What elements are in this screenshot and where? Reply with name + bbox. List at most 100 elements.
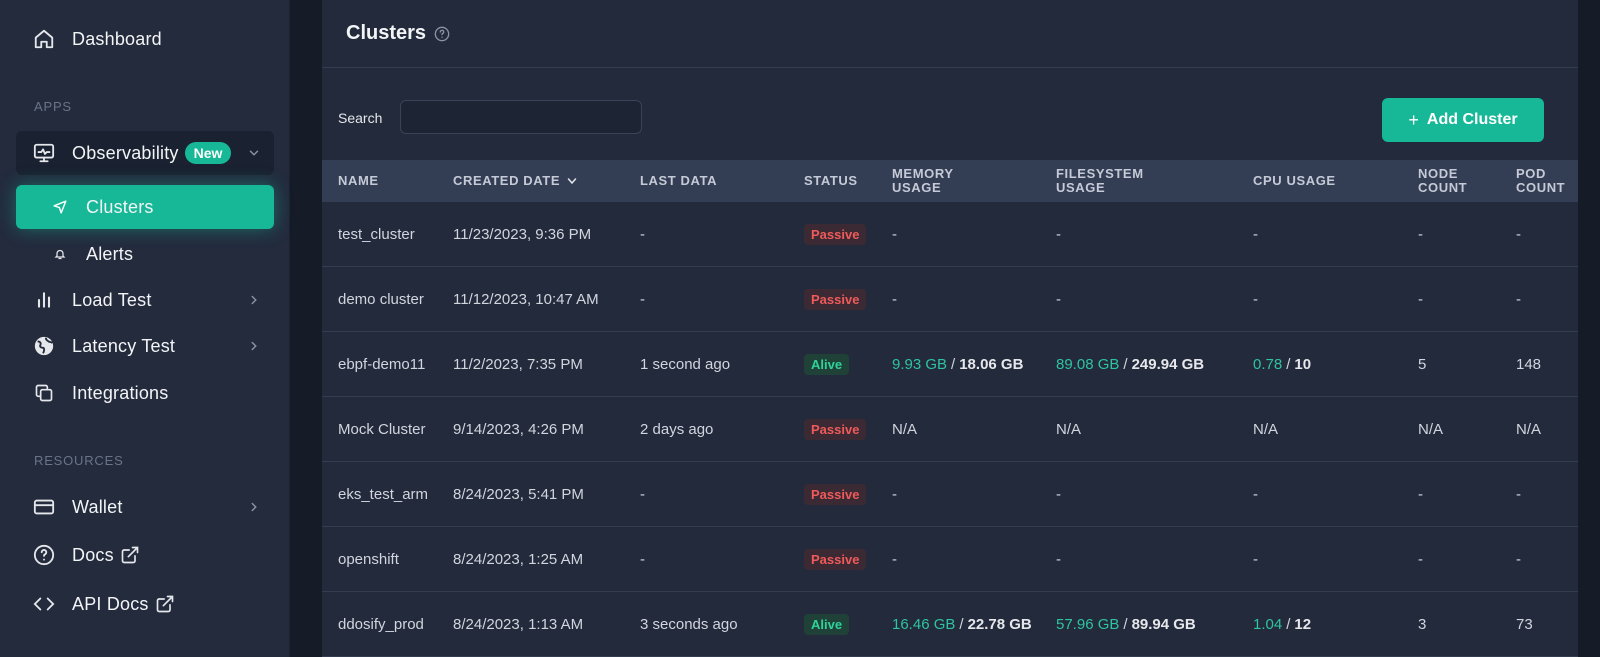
sidebar-item-label: Integrations xyxy=(72,382,169,403)
cell-last-data: 2 days ago xyxy=(640,421,714,438)
home-icon xyxy=(32,27,56,51)
column-header-last-data[interactable]: LAST DATA xyxy=(640,160,717,202)
chevron-right-icon xyxy=(246,292,262,308)
cell-name[interactable]: ddosify_prod xyxy=(338,592,424,657)
sidebar-item-label: Clusters xyxy=(86,196,154,217)
cell-created-date: 9/14/2023, 4:26 PM xyxy=(453,421,584,438)
table-row[interactable]: openshift 8/24/2023, 1:25 AM - Passive - - - - - xyxy=(322,527,1578,592)
cell-pod-count: - xyxy=(1516,226,1521,243)
cell-memory-usage: - xyxy=(892,462,897,527)
filesystem-used: 57.96 GB xyxy=(1056,616,1120,633)
table-row[interactable]: eks_test_arm 8/24/2023, 5:41 PM - Passive - -… xyxy=(322,462,1578,527)
table-row[interactable]: ddosify_prod 8/24/2023, 1:13 AM 3 seconds … xyxy=(322,592,1578,657)
copy-icon xyxy=(32,381,56,405)
cell-status: Passive xyxy=(804,462,867,527)
sidebar-item-integrations[interactable]: Integrations xyxy=(16,371,274,415)
separator: / xyxy=(1286,356,1291,373)
cell-cpu-usage: 0.78/10 xyxy=(1253,332,1311,397)
table-row[interactable]: Mock Cluster 9/14/2023, 4:26 PM 2 days ago… xyxy=(322,397,1578,462)
column-header-filesystem-usage[interactable]: FILESYSTEM USAGE xyxy=(1056,160,1144,202)
cell-name[interactable]: test_cluster xyxy=(338,202,415,267)
page-title: Clusters xyxy=(346,22,427,44)
section-label-apps: APPS xyxy=(34,99,72,114)
sidebar-item-wallet[interactable]: Wallet xyxy=(16,485,274,529)
section-label-resources: RESOURCES xyxy=(34,453,124,468)
cell-name[interactable]: eks_test_arm xyxy=(338,462,428,527)
sidebar-item-docs[interactable]: Docs xyxy=(16,533,274,577)
sidebar-item-label: Observability xyxy=(72,142,179,163)
sort-down-icon xyxy=(566,175,578,187)
page-header: Clusters xyxy=(322,0,1578,68)
column-header-created-date[interactable]: CREATED DATE xyxy=(453,160,578,202)
cell-last-data: 3 seconds ago xyxy=(640,616,738,633)
separator: / xyxy=(1286,616,1291,633)
chevron-right-icon xyxy=(246,338,262,354)
help-circle-icon xyxy=(32,543,56,567)
add-cluster-button[interactable]: + Add Cluster xyxy=(1382,98,1544,142)
help-circle-icon[interactable] xyxy=(434,26,450,42)
cell-cpu-usage: - xyxy=(1253,202,1258,267)
cell-last-data: - xyxy=(640,291,645,308)
status-badge: Alive xyxy=(804,354,850,375)
monitor-icon xyxy=(32,141,56,165)
column-header-name[interactable]: NAME xyxy=(338,160,379,202)
sidebar-item-clusters[interactable]: Clusters xyxy=(16,185,274,229)
sidebar-item-latency-test[interactable]: Latency Test xyxy=(16,324,274,368)
cell-filesystem-usage: - xyxy=(1056,267,1061,332)
column-header-memory-usage[interactable]: MEMORY USAGE xyxy=(892,160,954,202)
sidebar-item-observability[interactable]: Observability New xyxy=(16,131,274,175)
cell-filesystem-usage: 89.08 GB/249.94 GB xyxy=(1056,332,1204,397)
cpu-value: - xyxy=(1253,551,1258,568)
cell-filesystem-usage: N/A xyxy=(1056,397,1081,462)
table-row[interactable]: ebpf-demo11 11/2/2023, 7:35 PM 1 second ag… xyxy=(322,332,1578,397)
memory-value: N/A xyxy=(892,421,918,438)
column-header-cpu-usage[interactable]: CPU USAGE xyxy=(1253,160,1336,202)
separator: / xyxy=(1123,616,1128,633)
cpu-total: 10 xyxy=(1294,356,1312,373)
cell-name[interactable]: ebpf-demo11 xyxy=(338,332,425,397)
cell-memory-usage: N/A xyxy=(892,397,917,462)
cpu-value: - xyxy=(1253,486,1258,503)
cell-cpu-usage: 1.04/12 xyxy=(1253,592,1311,657)
memory-value: - xyxy=(892,486,897,503)
page-edge xyxy=(1578,0,1600,657)
cell-filesystem-usage: - xyxy=(1056,202,1061,267)
cpu-value: - xyxy=(1253,291,1258,308)
cell-pod-count: - xyxy=(1516,486,1521,503)
column-header-status[interactable]: STATUS xyxy=(804,160,858,202)
cell-name[interactable]: demo cluster xyxy=(338,267,424,332)
cell-cpu-usage: - xyxy=(1253,527,1258,592)
cell-cpu-usage: N/A xyxy=(1253,397,1278,462)
memory-value: - xyxy=(892,291,897,308)
table-header: NAME CREATED DATE LAST DATA STATUS MEMOR… xyxy=(322,160,1578,202)
table-row[interactable]: test_cluster 11/23/2023, 9:36 PM - Passive -… xyxy=(322,202,1578,267)
cpu-value: N/A xyxy=(1253,421,1279,438)
separator: / xyxy=(959,616,964,633)
column-header-pod-count[interactable]: POD COUNT xyxy=(1516,160,1565,202)
cell-memory-usage: 9.93 GB/18.06 GB xyxy=(892,332,1023,397)
cell-node-count: - xyxy=(1418,551,1423,568)
separator: / xyxy=(1123,356,1128,373)
sidebar-item-alerts[interactable]: Alerts xyxy=(16,232,274,276)
cell-node-count: N/A xyxy=(1418,421,1444,438)
cell-node-count: 5 xyxy=(1418,356,1427,373)
sidebar-item-label: API Docs xyxy=(72,593,149,614)
sidebar-item-label: Dashboard xyxy=(72,28,162,49)
cell-last-data: - xyxy=(640,486,645,503)
cell-memory-usage: 16.46 GB/22.78 GB xyxy=(892,592,1032,657)
separator: / xyxy=(951,356,956,373)
cell-name[interactable]: Mock Cluster xyxy=(338,397,426,462)
cell-last-data: 1 second ago xyxy=(640,356,731,373)
table-row[interactable]: demo cluster 11/12/2023, 10:47 AM - Passive… xyxy=(322,267,1578,332)
cell-name[interactable]: openshift xyxy=(338,527,399,592)
chevron-down-icon xyxy=(246,145,262,161)
status-badge: Passive xyxy=(804,289,867,310)
memory-used: 9.93 GB xyxy=(892,356,948,373)
cell-created-date: 11/12/2023, 10:47 AM xyxy=(453,291,599,308)
sidebar-item-load-test[interactable]: Load Test xyxy=(16,278,274,322)
search-input[interactable] xyxy=(400,100,642,134)
sidebar-item-dashboard[interactable]: Dashboard xyxy=(16,17,274,61)
sidebar-item-api-docs[interactable]: API Docs xyxy=(16,582,274,626)
column-header-node-count[interactable]: NODE COUNT xyxy=(1418,160,1467,202)
cpu-used: 0.78 xyxy=(1253,356,1283,373)
